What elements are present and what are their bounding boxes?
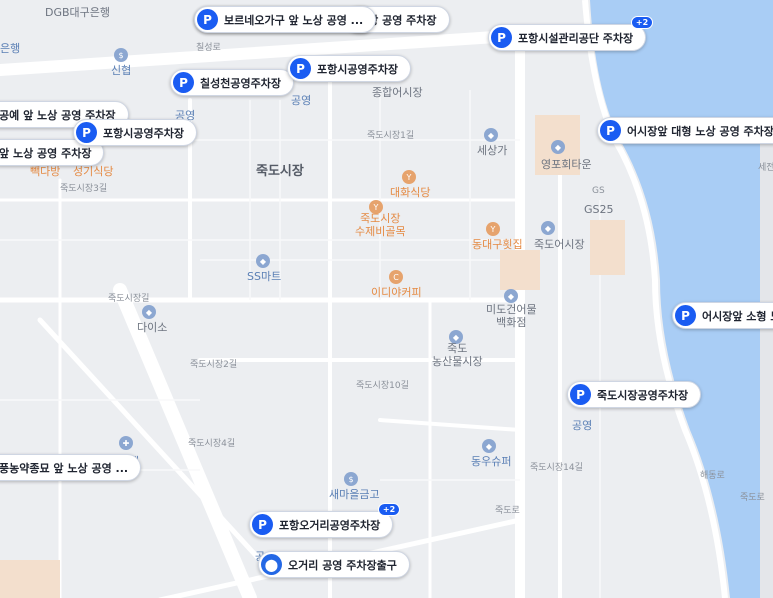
parking-label: 포항시설관리공단 주차장	[518, 31, 634, 45]
pharmacy-icon[interactable]: ✚	[119, 436, 133, 450]
place-label[interactable]: 다이소	[137, 319, 167, 335]
parking-label: 풍농약종묘 앞 노상 공영 ...	[0, 461, 129, 475]
parking-label: 오거리 공영 주차장출구	[288, 558, 397, 572]
parking-exit-marker[interactable]: ⬤ 오거리 공영 주차장출구	[258, 551, 410, 578]
shop-icon[interactable]: ◆	[482, 439, 496, 453]
parking-label: 포항오거리공영주차장	[279, 518, 381, 532]
place-label[interactable]: 공영	[291, 92, 311, 108]
bank-icon[interactable]: $	[114, 48, 128, 62]
street-label: 죽도시장1길	[367, 131, 415, 141]
shop-icon[interactable]: ◆	[484, 128, 498, 142]
place-label[interactable]: 죽도시장 수제비골목	[355, 212, 406, 238]
street-label: 죽도로	[495, 506, 520, 516]
location-pin-icon: ⬤	[261, 554, 282, 575]
place-label[interactable]: 미도건어물 백화점	[486, 303, 537, 329]
street-label: 칠성로	[196, 43, 221, 53]
parking-marker[interactable]: P 어시장앞 소형 노	[672, 302, 773, 329]
area-label: 죽도시장	[256, 164, 304, 179]
parking-marker[interactable]: P 어시장앞 대형 노상 공영 주차장	[597, 117, 773, 144]
place-label[interactable]: 영포회타운	[541, 156, 592, 172]
street-label: 죽도시장10길	[356, 381, 409, 391]
parking-label: 칠성천공영주차장	[200, 76, 281, 90]
shop-icon[interactable]: ◆	[256, 254, 270, 268]
parking-marker[interactable]: P 칠성천공영주차장	[170, 69, 294, 96]
restaurant-icon[interactable]: Y	[402, 170, 416, 184]
count-badge: +2	[630, 16, 654, 29]
bank-icon[interactable]: $	[344, 472, 358, 486]
parking-icon: P	[252, 514, 273, 535]
parking-label: 죽도시장공영주차장	[597, 388, 689, 402]
place-label[interactable]: 신협	[111, 62, 131, 78]
parking-label: 앞 노상 공영 주차장	[0, 146, 92, 160]
street-label: 죽도시장4길	[188, 439, 236, 449]
shop-icon[interactable]: ◆	[541, 221, 555, 235]
parking-icon: P	[675, 305, 696, 326]
cafe-icon[interactable]: C	[389, 270, 403, 284]
place-label: 은행	[0, 42, 21, 55]
shop-icon[interactable]: ◆	[504, 289, 518, 303]
place-label[interactable]: 대화식당	[390, 184, 430, 200]
parking-icon: P	[491, 27, 512, 48]
parking-icon: P	[76, 122, 97, 143]
shop-icon[interactable]: ◆	[551, 140, 565, 154]
place-label[interactable]: 새마을금고	[329, 486, 380, 502]
parking-marker[interactable]: P 죽도시장공영주차장	[567, 381, 702, 408]
count-badge: +2	[377, 503, 401, 516]
place-label[interactable]: 죽도어시장	[534, 236, 585, 252]
street-label: 죽도시장길	[108, 294, 150, 304]
place-label: DGB대구은행	[45, 6, 111, 19]
parking-icon: P	[197, 9, 218, 30]
parking-label: 어시장앞 소형 노	[702, 309, 773, 323]
place-label[interactable]: 동우슈퍼	[471, 453, 511, 469]
parking-marker-front[interactable]: P 보르네오가구 앞 노상 공영 ...	[194, 6, 377, 33]
convenience-icon[interactable]: GS	[592, 186, 605, 196]
parking-label: 보르네오가구 앞 노상 공영 ...	[224, 13, 364, 27]
place-label[interactable]: 종합어시장	[372, 84, 423, 100]
place-label[interactable]: 공영	[572, 417, 592, 433]
place-label[interactable]: 세상가	[477, 142, 507, 158]
street-label: 죽도시장3길	[60, 184, 108, 194]
shop-icon[interactable]: ◆	[142, 305, 156, 319]
place-label[interactable]: GS25	[584, 203, 614, 216]
street-label: 죽도시장14길	[530, 463, 583, 473]
parking-marker[interactable]: P 포항오거리공영주차장 +2	[249, 503, 401, 538]
parking-marker[interactable]: P 포항시공영주차장	[287, 55, 411, 82]
parking-icon: P	[600, 120, 621, 141]
place-label[interactable]: 동대구횟집	[472, 236, 523, 252]
place-label[interactable]: 이디야커피	[371, 284, 422, 300]
place-label[interactable]: SS마트	[247, 268, 281, 284]
place-label[interactable]: 죽도 농산물시장	[432, 342, 483, 368]
parking-marker[interactable]: P 포항시공영주차장	[73, 119, 197, 146]
parking-icon: P	[570, 384, 591, 405]
place-label: 세전	[758, 163, 773, 173]
parking-marker[interactable]: P 포항시설관리공단 주차장 +2	[488, 16, 654, 51]
map-view[interactable]: 칠성로 죽도시장1길 죽도시장3길 죽도시장길 죽도시장2길 죽도시장10길 죽…	[0, 0, 773, 598]
street-label: 해동로	[700, 471, 725, 481]
parking-label: 어시장앞 대형 노상 공영 주차장	[627, 124, 773, 138]
street-label: 죽도로	[740, 493, 765, 503]
parking-icon: P	[290, 58, 311, 79]
parking-label: 포항시공영주차장	[317, 62, 398, 76]
restaurant-icon[interactable]: Y	[486, 222, 500, 236]
parking-label: 포항시공영주차장	[103, 126, 184, 140]
parking-marker[interactable]: 풍농약종묘 앞 노상 공영 ...	[0, 454, 142, 481]
street-label: 죽도시장2길	[190, 360, 238, 370]
parking-icon: P	[173, 72, 194, 93]
